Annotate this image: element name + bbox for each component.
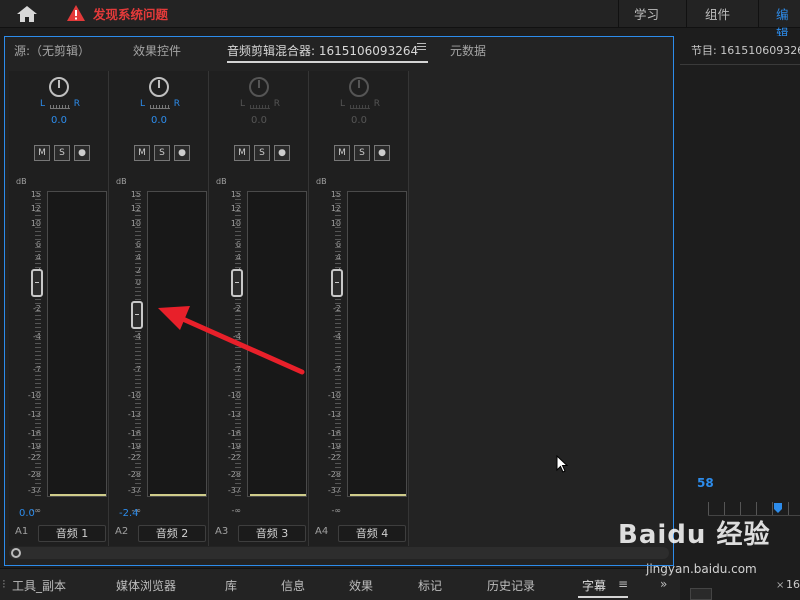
timecode-display[interactable]: 58 <box>697 476 714 490</box>
pan-right-label: R <box>273 99 280 109</box>
pan-scale-icon <box>350 105 370 109</box>
pan-knob-icon[interactable] <box>149 77 169 97</box>
pan-right-label: R <box>173 99 180 109</box>
divider <box>680 64 800 65</box>
fader-track[interactable] <box>135 191 141 496</box>
workspace-assembly-tab[interactable]: 组件 <box>705 4 730 23</box>
tab-history[interactable]: 历史记录 <box>487 577 535 594</box>
home-icon[interactable] <box>14 4 40 24</box>
meter-left-peak <box>350 494 378 496</box>
watermark-logo: Baidu 经验 jingyan.baidu.com <box>612 508 800 588</box>
channel-name[interactable]: 音频 1 <box>38 525 106 542</box>
solo-button[interactable]: S <box>154 145 170 161</box>
record-button[interactable]: ● <box>374 145 390 161</box>
horizontal-scrollbar[interactable] <box>9 547 669 559</box>
meter-left-peak <box>150 494 178 496</box>
record-button[interactable]: ● <box>274 145 290 161</box>
solo-button[interactable]: S <box>254 145 270 161</box>
meter-left-peak <box>250 494 278 496</box>
pan-knob-icon[interactable] <box>249 77 269 97</box>
pan-right-label: R <box>73 99 80 109</box>
tab-source[interactable]: 源:（无剪辑） <box>14 42 90 59</box>
pan-scale-icon <box>250 105 270 109</box>
pan-right-label: R <box>373 99 380 109</box>
tab-effect-controls[interactable]: 效果控件 <box>133 42 181 59</box>
meter-right-peak <box>178 494 206 496</box>
channel-id: A2 <box>115 526 129 537</box>
bottom-panel-tabs: ⁝ 工具_副本 媒体浏览器 库 信息 效果 标记 历史记录 字幕 ≡ » <box>0 568 680 600</box>
mixer-channel-a1: LR0.0MS●dB1512106420-2-4-7-10-13-16-19-2… <box>9 71 109 546</box>
fader-track[interactable] <box>35 191 41 496</box>
active-tab-underline <box>578 596 628 598</box>
tab-captions[interactable]: 字幕 <box>582 577 606 594</box>
watermark-brand: Baidu 经验 <box>618 520 771 550</box>
workspace-divider <box>686 0 687 28</box>
solo-button[interactable]: S <box>354 145 370 161</box>
level-meter <box>347 191 407 497</box>
channel-name[interactable]: 音频 2 <box>138 525 206 542</box>
workspace-learn-tab[interactable]: 学习 <box>634 4 659 23</box>
mouse-cursor-icon <box>556 455 568 473</box>
channel-id: A4 <box>315 526 329 537</box>
pan-lr-indicator: LR <box>340 99 380 111</box>
scroll-handle[interactable] <box>11 548 21 558</box>
meter-right-peak <box>278 494 306 496</box>
level-meter <box>47 191 107 497</box>
tool-button[interactable] <box>690 588 712 600</box>
meter-right-peak <box>78 494 106 496</box>
annotation-arrow <box>158 306 305 375</box>
warning-icon[interactable] <box>66 4 86 22</box>
workspace-divider <box>618 0 619 28</box>
volume-fader[interactable] <box>31 269 43 297</box>
pan-knob-icon[interactable] <box>349 77 369 97</box>
watermark-url: jingyan.baidu.com <box>646 562 757 576</box>
pan-lr-indicator: LR <box>140 99 180 111</box>
tab-info[interactable]: 信息 <box>281 577 305 594</box>
volume-value[interactable]: -2.4 <box>119 508 139 519</box>
tab-metadata[interactable]: 元数据 <box>450 42 486 59</box>
top-bar: 发现系统问题 学习 组件 编辑 <box>0 0 800 41</box>
workspace-divider <box>758 0 759 28</box>
tab-markers[interactable]: 标记 <box>418 577 442 594</box>
meter-right-peak <box>378 494 406 496</box>
panel-menu-icon[interactable] <box>417 43 426 52</box>
channel-name[interactable]: 音频 4 <box>338 525 406 542</box>
program-monitor-panel: 节目: 1615106093264 58 <box>680 36 800 566</box>
pan-scale-icon <box>150 105 170 109</box>
record-button[interactable]: ● <box>74 145 90 161</box>
tab-tools-copy[interactable]: 工具_副本 <box>12 577 66 594</box>
tab-effects[interactable]: 效果 <box>349 577 373 594</box>
pan-knob-icon[interactable] <box>49 77 69 97</box>
active-tab-underline <box>227 61 428 63</box>
record-button[interactable]: ● <box>174 145 190 161</box>
fader-track[interactable] <box>335 191 341 496</box>
pan-scale-icon <box>50 105 70 109</box>
mixer-channel-a4: LR0.0MS●dB1512106420-2-4-7-10-13-16-19-2… <box>309 71 409 546</box>
solo-button[interactable]: S <box>54 145 70 161</box>
meter-left-peak <box>50 494 78 496</box>
tab-audio-clip-mixer[interactable]: 音频剪辑混合器: 1615106093264 <box>227 42 418 59</box>
volume-value[interactable]: 0.0 <box>19 508 35 519</box>
tab-grip-icon: ⁝ <box>2 577 6 591</box>
audio-clip-mixer-panel: 源:（无剪辑） 效果控件 音频剪辑混合器: 1615106093264 元数据 … <box>4 36 674 566</box>
tab-libraries[interactable]: 库 <box>225 577 237 594</box>
channel-name[interactable]: 音频 3 <box>238 525 306 542</box>
tab-media-browser[interactable]: 媒体浏览器 <box>116 577 176 594</box>
pan-lr-indicator: LR <box>40 99 80 111</box>
db-tick-label: -∞ <box>231 506 241 515</box>
volume-fader[interactable] <box>331 269 343 297</box>
volume-fader[interactable] <box>231 269 243 297</box>
pan-lr-indicator: LR <box>240 99 280 111</box>
channel-id: A1 <box>15 526 29 537</box>
db-tick-label: -∞ <box>331 506 341 515</box>
program-monitor-title[interactable]: 节目: 1615106093264 <box>691 42 800 58</box>
volume-fader[interactable] <box>131 300 143 329</box>
system-issue-link[interactable]: 发现系统问题 <box>93 4 168 23</box>
channel-id: A3 <box>215 526 229 537</box>
